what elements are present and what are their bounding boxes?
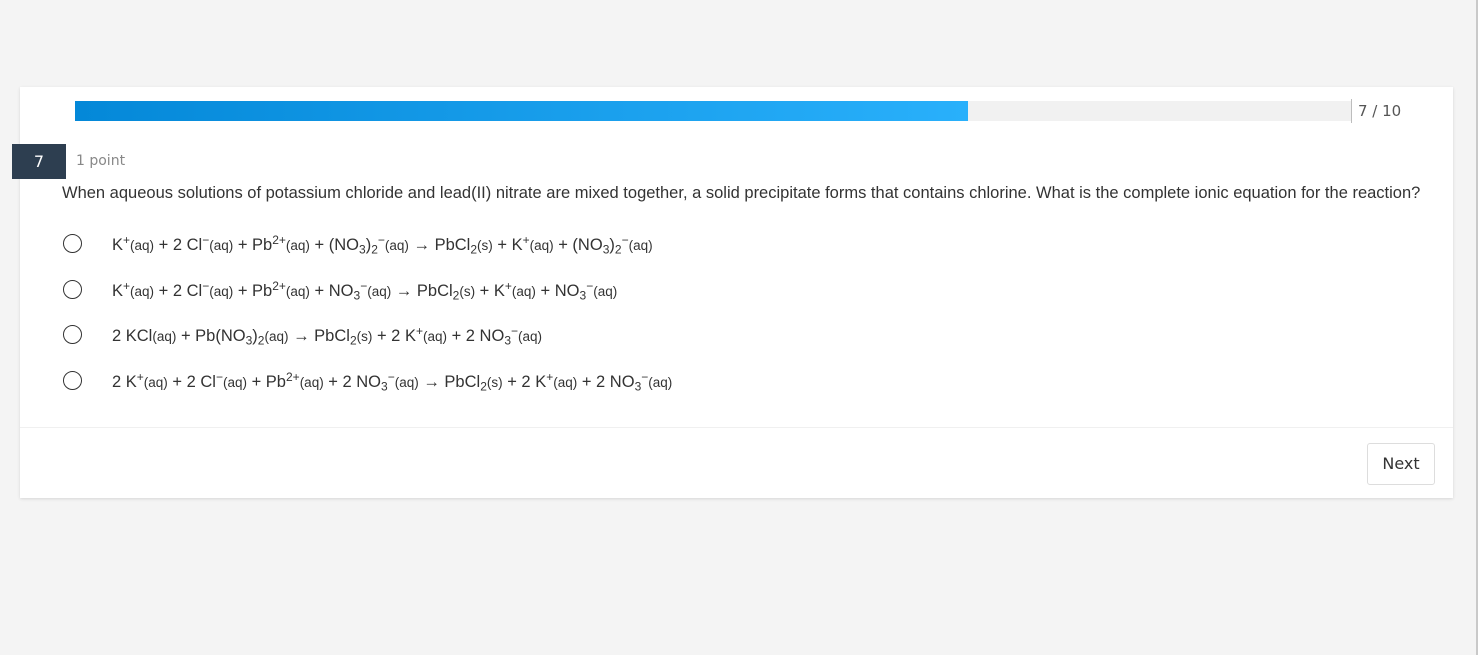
quiz-card: 7 / 10 7 1 point When aqueous solutions … <box>12 87 1453 498</box>
question-text: When aqueous solutions of potassium chlo… <box>62 184 1421 202</box>
progress-counter: 7 / 10 <box>1358 102 1402 120</box>
radio-button[interactable] <box>63 234 82 253</box>
answer-option-text: K+(aq) + 2 Cl−(aq) + Pb2+(aq) + (NO3)2−(… <box>112 233 653 257</box>
answer-option-text: 2 K+(aq) + 2 Cl−(aq) + Pb2+(aq) + 2 NO3−… <box>112 370 673 394</box>
radio-button[interactable] <box>63 325 82 344</box>
progress-bar-fill <box>75 101 969 121</box>
radio-button[interactable] <box>63 280 82 299</box>
progress-bar <box>75 101 1351 121</box>
progress-divider <box>1351 99 1352 123</box>
question-number-badge: 7 <box>12 144 66 179</box>
radio-button[interactable] <box>63 371 82 390</box>
footer-divider <box>20 427 1453 428</box>
answer-option-text: K+(aq) + 2 Cl−(aq) + Pb2+(aq) + NO3−(aq)… <box>112 279 618 303</box>
question-points: 1 point <box>76 153 126 169</box>
next-button[interactable]: Next <box>1367 443 1435 485</box>
answer-option-text: 2 KCl(aq) + Pb(NO3)2(aq) → PbCl2(s) + 2 … <box>112 324 543 348</box>
